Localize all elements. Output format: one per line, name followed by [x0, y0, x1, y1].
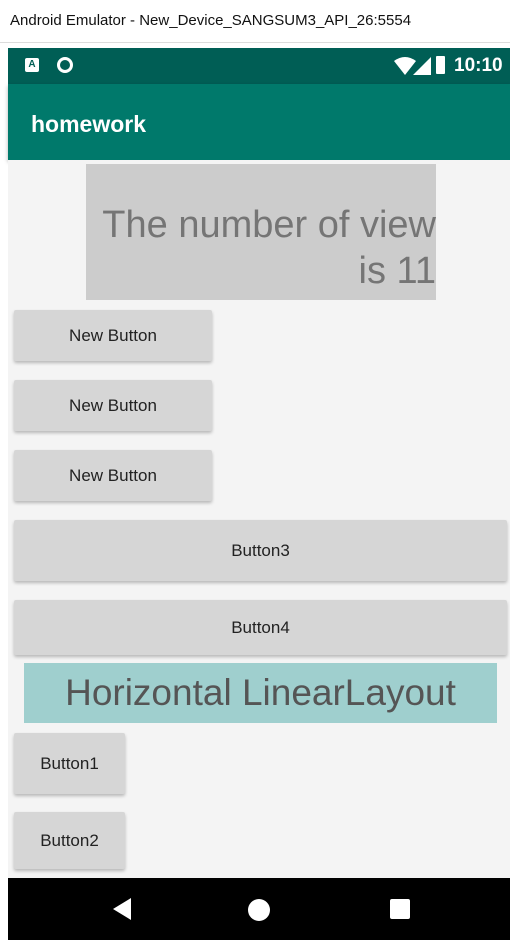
circle-notification-icon	[57, 57, 73, 73]
view-count-box: The number of view is 11	[86, 164, 436, 300]
recents-icon[interactable]	[390, 899, 410, 919]
app-bar: homework	[8, 84, 510, 160]
home-icon[interactable]	[248, 899, 270, 921]
app-title: homework	[31, 111, 147, 137]
emulator-title-bar: Android Emulator - New_Device_SANGSUM3_A…	[0, 0, 510, 43]
a-notification-icon: A	[25, 58, 39, 72]
button3[interactable]: Button3	[14, 520, 507, 581]
window-title: Android Emulator - New_Device_SANGSUM3_A…	[10, 12, 412, 29]
new-button-3[interactable]: New Button	[14, 450, 212, 501]
back-icon[interactable]	[113, 898, 131, 920]
button2[interactable]: Button2	[14, 812, 125, 869]
battery-icon	[436, 56, 445, 74]
status-time: 10:10	[454, 55, 503, 76]
new-button-1[interactable]: New Button	[14, 310, 212, 361]
signal-icon	[413, 57, 431, 75]
button4[interactable]: Button4	[14, 600, 507, 655]
new-button-2[interactable]: New Button	[14, 380, 212, 431]
a-notification-letter: A	[28, 59, 36, 70]
button1[interactable]: Button1	[14, 733, 125, 794]
main-content: The number of view is 11 New Button New …	[8, 160, 510, 878]
status-bar: A 10:10	[8, 48, 510, 84]
view-count-text: The number of view is 11	[102, 204, 436, 292]
navigation-bar	[8, 878, 510, 940]
horizontal-linearlayout-label: Horizontal LinearLayout	[24, 663, 497, 723]
